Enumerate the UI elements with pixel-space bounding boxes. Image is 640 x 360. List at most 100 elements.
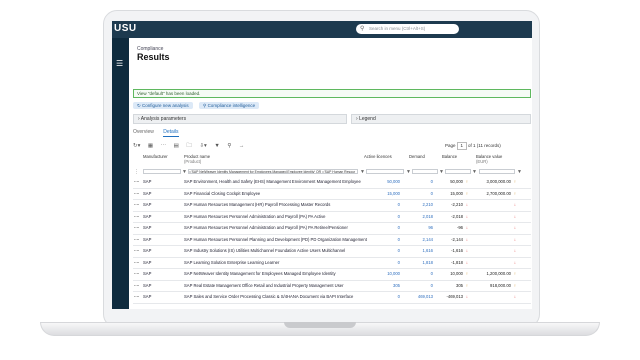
- analysis-parameters-panel[interactable]: › Analysis parameters: [133, 114, 347, 124]
- columns-icon[interactable]: ▤: [174, 143, 179, 149]
- app-logo[interactable]: USU: [114, 23, 137, 34]
- filter-demand-input[interactable]: [412, 169, 438, 174]
- arrow-up-icon: ↑: [513, 190, 516, 196]
- arrow-right-icon[interactable]: →: [239, 143, 245, 149]
- cell-product[interactable]: SAP Sales and Service Order Processing C…: [184, 291, 353, 302]
- filter-icon[interactable]: ▼: [517, 169, 522, 175]
- arrow-down-icon: ↓: [465, 202, 468, 207]
- row-menu-icon[interactable]: ⋮: [134, 169, 139, 175]
- page-title: Results: [137, 52, 170, 62]
- table-row[interactable]: ···· SAP SAP Sales and Service Order Proce…: [133, 291, 531, 304]
- cell-product[interactable]: SAP Industry Solutions (IS) Utilities Mu…: [184, 245, 345, 256]
- cell-product[interactable]: SAP Learning Solution Enterprise Learnin…: [184, 257, 279, 268]
- refresh-icon[interactable]: ↻▾: [133, 143, 140, 149]
- filter-value-input[interactable]: [479, 169, 515, 174]
- arrow-down-icon: ↓: [513, 259, 516, 265]
- row-actions-icon[interactable]: ····: [134, 176, 140, 187]
- arrow-down-icon: ↓: [465, 225, 468, 230]
- cell-demand[interactable]: 0: [431, 176, 433, 187]
- filter-icon[interactable]: ▼: [439, 169, 444, 175]
- cell-demand[interactable]: 1,818: [423, 257, 433, 268]
- filter-active-input[interactable]: [366, 169, 404, 174]
- row-actions-icon[interactable]: ····: [134, 280, 140, 291]
- filter-icon[interactable]: ▼: [360, 169, 365, 175]
- cell-active[interactable]: 305: [393, 280, 400, 291]
- cell-demand[interactable]: 2,144: [423, 234, 433, 245]
- cell-active[interactable]: 0: [398, 291, 400, 302]
- row-actions-icon[interactable]: ····: [134, 291, 140, 302]
- cell-product[interactable]: SAP Financial Closing Cockpit Employee: [184, 188, 260, 199]
- menu-search-input[interactable]: ⚲ Search in menu (Ctrl+Alt+S): [356, 24, 459, 34]
- page-number-input[interactable]: 1: [456, 142, 467, 150]
- cell-balance: -96: [456, 225, 463, 230]
- cell-product[interactable]: SAP Real Estate Management Office Retail…: [184, 280, 344, 291]
- row-actions-icon[interactable]: ····: [134, 211, 140, 222]
- cell-demand[interactable]: 0: [431, 188, 433, 199]
- compliance-intelligence-button[interactable]: ⚲ Compliance intelligence: [199, 102, 260, 109]
- cell-balance: -469,013: [446, 294, 463, 299]
- cell-active[interactable]: 0: [398, 222, 400, 233]
- row-actions-icon[interactable]: ····: [134, 268, 140, 279]
- filter-icon[interactable]: ▼: [472, 169, 477, 175]
- cell-product[interactable]: SAP Environment, Health and Safety (EHS)…: [184, 176, 361, 187]
- column-header-product[interactable]: Product name (Product): [184, 154, 210, 164]
- view-loaded-banner: View "default" has been loaded.: [133, 89, 531, 98]
- row-actions-icon[interactable]: ····: [134, 199, 140, 210]
- cell-value: 2,700,000.00: [486, 190, 511, 196]
- filter-balance-input[interactable]: [445, 169, 471, 174]
- tab-bar: Overview Details: [133, 129, 187, 137]
- cell-active[interactable]: 0: [398, 234, 400, 245]
- search-placeholder: Search in menu (Ctrl+Alt+S): [369, 26, 426, 31]
- cell-demand[interactable]: 1,616: [423, 245, 433, 256]
- row-actions-icon[interactable]: ····: [134, 257, 140, 268]
- cell-active[interactable]: 15,000: [387, 188, 400, 199]
- cell-demand[interactable]: 96: [428, 222, 433, 233]
- cell-product[interactable]: SAP Human Resources Personnel Administra…: [184, 222, 348, 233]
- download-icon[interactable]: ⇩▾: [199, 143, 206, 149]
- filter-product-input[interactable]: ='SAP NetWeaver Identity Management for …: [188, 169, 358, 174]
- arrow-down-icon: ↓: [465, 236, 468, 242]
- search-icon[interactable]: ⚲: [227, 143, 231, 149]
- column-header-active[interactable]: Active licences: [364, 154, 392, 159]
- filter-manufacturer-input[interactable]: [143, 169, 181, 174]
- cell-active[interactable]: 0: [398, 245, 400, 256]
- column-header-manufacturer[interactable]: Manufacturer: [143, 154, 168, 159]
- cell-value: 1,200,000.00: [486, 271, 511, 276]
- tab-overview[interactable]: Overview: [133, 129, 154, 135]
- cell-product[interactable]: SAP Human Resources Personnel Administra…: [184, 211, 326, 222]
- folder-icon[interactable]: 🗀: [186, 143, 192, 149]
- column-header-balance[interactable]: Balance: [442, 154, 457, 159]
- cell-demand[interactable]: 2,018: [423, 211, 433, 222]
- configure-analysis-button[interactable]: ↻ Configure new analysis: [133, 102, 193, 109]
- grid-icon[interactable]: ▦: [148, 143, 153, 149]
- cell-demand[interactable]: 0: [431, 280, 433, 291]
- cell-demand[interactable]: 469,013: [418, 291, 433, 302]
- column-header-value[interactable]: Balance value (EUR): [476, 154, 502, 164]
- legend-panel[interactable]: › Legend: [351, 114, 531, 124]
- filter-icon[interactable]: ▼: [406, 169, 411, 175]
- arrow-down-icon: ↓: [513, 225, 516, 230]
- cell-active[interactable]: 0: [398, 199, 400, 210]
- cell-demand[interactable]: 2,210: [423, 199, 433, 210]
- row-actions-icon[interactable]: ····: [134, 245, 140, 256]
- row-actions-icon[interactable]: ····: [134, 188, 140, 199]
- cell-active[interactable]: 50,000: [387, 176, 400, 187]
- cell-active[interactable]: 0: [398, 257, 400, 268]
- arrow-down-icon: ↓: [513, 236, 516, 242]
- arrow-down-icon: ↓: [465, 294, 468, 299]
- cell-product[interactable]: SAP Human Resources Personnel Planning a…: [184, 234, 367, 245]
- cell-product[interactable]: SAP Human Resources Management (HR) Payr…: [184, 199, 330, 210]
- cell-demand[interactable]: 0: [431, 268, 433, 279]
- menu-icon[interactable]: ☰: [116, 60, 125, 68]
- filter-icon[interactable]: ▼: [182, 169, 187, 175]
- row-actions-icon[interactable]: ····: [134, 234, 140, 245]
- more-icon[interactable]: ⋯: [161, 143, 167, 149]
- column-header-demand[interactable]: Demand: [409, 154, 425, 159]
- tab-details[interactable]: Details: [163, 129, 179, 137]
- cell-product[interactable]: SAP NetWeaver Identity Management for Em…: [184, 268, 336, 279]
- filter-icon[interactable]: ▼: [214, 143, 219, 149]
- cell-active[interactable]: 0: [398, 211, 400, 222]
- arrow-down-icon: ↓: [465, 259, 468, 265]
- row-actions-icon[interactable]: ····: [134, 222, 140, 233]
- cell-active[interactable]: 10,000: [387, 268, 400, 279]
